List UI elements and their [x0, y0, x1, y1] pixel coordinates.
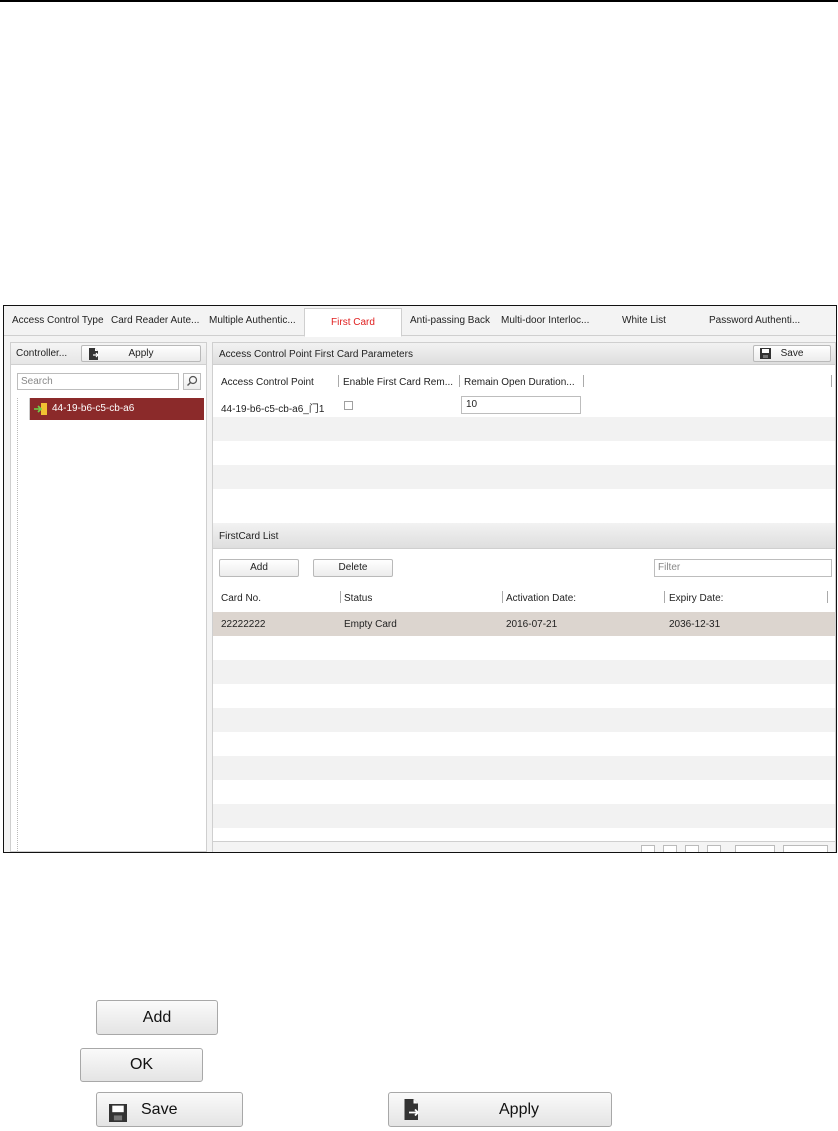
empty-row	[213, 660, 835, 684]
column-access-control-point[interactable]: Access Control Point	[221, 377, 314, 388]
tab-access-control-type[interactable]: Access Control Type	[12, 306, 104, 336]
tab-multiple-authentication[interactable]: Multiple Authentic...	[209, 306, 296, 336]
empty-row	[213, 417, 835, 441]
status-value: Empty Card	[344, 619, 397, 630]
params-table-row[interactable]: 44-19-b6-c5-cb-a6_门1 10	[213, 393, 835, 417]
empty-row	[213, 756, 835, 780]
empty-row	[213, 489, 835, 513]
empty-row	[213, 732, 835, 756]
params-section-header: Access Control Point First Card Paramete…	[213, 343, 835, 365]
door-icon	[34, 403, 48, 418]
access-control-point-value: 44-19-b6-c5-cb-a6_门1	[221, 404, 325, 415]
apply-button-label: Apply	[128, 348, 154, 359]
prev-page-button[interactable]	[663, 845, 677, 852]
floppy-disk-icon	[760, 348, 771, 364]
firstcard-list-header: FirstCard List	[213, 523, 835, 549]
firstcard-table-header: Card No. Status Activation Date: Expiry …	[213, 587, 835, 609]
large-apply-label: Apply	[499, 1101, 540, 1118]
first-card-screenshot: Access Control Type Card Reader Aute... …	[3, 305, 837, 853]
empty-row	[213, 684, 835, 708]
floppy-disk-icon	[109, 1101, 127, 1131]
first-page-button[interactable]	[641, 845, 655, 852]
column-enable-first-card[interactable]: Enable First Card Rem...	[343, 377, 453, 388]
firstcard-table-row[interactable]: 22222222 Empty Card 2016-07-21 2036-12-3…	[213, 612, 835, 636]
last-page-button[interactable]	[707, 845, 721, 852]
page-top-rule	[0, 0, 838, 2]
activation-date-value: 2016-07-21	[506, 619, 558, 630]
controller-panel: Controller... Apply Search 44-19-b6-c5-c…	[10, 342, 207, 852]
empty-row	[213, 636, 835, 660]
apply-button[interactable]: Apply	[81, 345, 201, 362]
column-separator	[459, 375, 460, 387]
tab-bar: Access Control Type Card Reader Aute... …	[4, 306, 836, 337]
controller-label: Controller...	[16, 348, 68, 359]
remain-open-duration-input[interactable]: 10	[461, 396, 581, 414]
delete-button[interactable]: Delete	[313, 559, 393, 577]
column-separator	[340, 591, 341, 603]
column-separator	[502, 591, 503, 603]
expiry-date-value: 2036-12-31	[669, 619, 721, 630]
column-separator	[583, 375, 584, 387]
large-apply-button[interactable]: Apply	[388, 1092, 612, 1127]
page-number-input[interactable]	[735, 845, 775, 852]
column-separator	[831, 375, 832, 387]
params-table-header: Access Control Point Enable First Card R…	[213, 371, 835, 393]
empty-row	[213, 708, 835, 732]
tree-item-label: 44-19-b6-c5-cb-a6	[52, 403, 135, 414]
empty-row	[213, 441, 835, 465]
add-button[interactable]: Add	[219, 559, 299, 577]
tree-connector	[17, 398, 18, 852]
tab-multi-door-interlock[interactable]: Multi-door Interloc...	[501, 306, 589, 336]
tab-white-list[interactable]: White List	[622, 306, 666, 336]
first-card-panel: Access Control Point First Card Paramete…	[212, 342, 836, 852]
tab-card-reader-auth[interactable]: Card Reader Aute...	[111, 306, 199, 336]
save-button-label: Save	[780, 348, 804, 359]
search-input[interactable]: Search	[17, 373, 179, 390]
search-icon	[187, 375, 198, 386]
apply-icon	[403, 1099, 421, 1131]
large-save-label: Save	[141, 1101, 178, 1118]
column-separator	[338, 375, 339, 387]
large-ok-button[interactable]: OK	[80, 1048, 203, 1082]
tree-item-controller[interactable]: 44-19-b6-c5-cb-a6	[29, 398, 204, 420]
go-button[interactable]	[783, 845, 828, 852]
pagination-bar	[213, 841, 835, 852]
card-no-value: 22222222	[221, 619, 266, 630]
apply-icon	[88, 348, 100, 365]
tab-first-card[interactable]: First Card	[304, 308, 402, 337]
params-section-title: Access Control Point First Card Paramete…	[219, 349, 413, 360]
large-add-button[interactable]: Add	[96, 1000, 218, 1035]
tab-password-authentication[interactable]: Password Authenti...	[709, 306, 800, 336]
controller-panel-header: Controller... Apply	[11, 343, 206, 365]
column-card-no[interactable]: Card No.	[221, 593, 261, 604]
empty-row	[213, 465, 835, 489]
firstcard-list-toolbar: Add Delete Filter	[213, 553, 835, 583]
firstcard-list-title: FirstCard List	[219, 531, 279, 542]
column-separator	[827, 591, 828, 603]
enable-first-card-checkbox[interactable]	[344, 401, 353, 410]
column-expiry-date[interactable]: Expiry Date:	[669, 593, 723, 604]
next-page-button[interactable]	[685, 845, 699, 852]
large-save-button[interactable]: Save	[96, 1092, 243, 1127]
save-button[interactable]: Save	[753, 345, 831, 362]
tab-anti-passing-back[interactable]: Anti-passing Back	[410, 306, 490, 336]
filter-input[interactable]: Filter	[654, 559, 832, 577]
column-activation-date[interactable]: Activation Date:	[506, 593, 576, 604]
column-status[interactable]: Status	[344, 593, 372, 604]
column-remain-open-duration[interactable]: Remain Open Duration...	[464, 377, 575, 388]
empty-row	[213, 780, 835, 804]
column-separator	[664, 591, 665, 603]
search-button[interactable]	[183, 373, 201, 390]
empty-row	[213, 804, 835, 828]
